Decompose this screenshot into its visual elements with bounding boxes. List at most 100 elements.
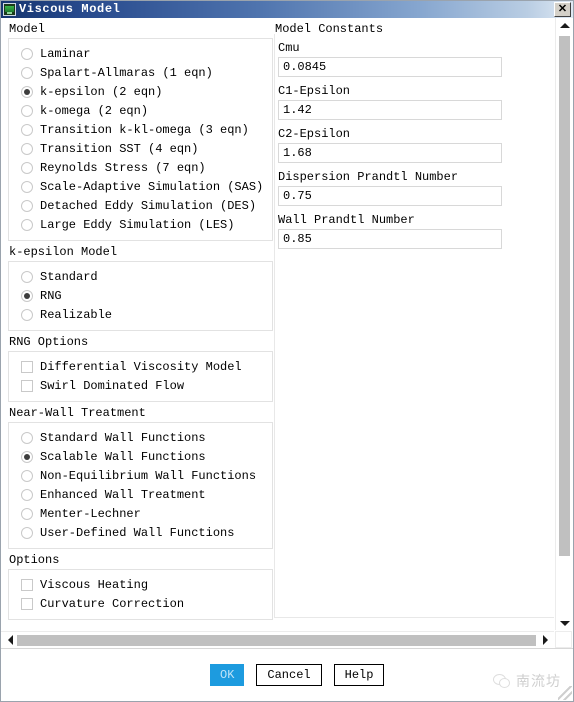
model-option-des[interactable]: Detached Eddy Simulation (DES) [13,196,268,215]
horizontal-scrollbar[interactable] [1,631,554,648]
model-option-les[interactable]: Large Eddy Simulation (LES) [13,215,268,234]
viscous-model-dialog: Viscous Model ✕ Model Laminar Spalart-Al… [0,0,574,702]
watermark: 南流坊 [493,671,561,691]
horizontal-scroll-thumb[interactable] [17,635,536,646]
left-pane: Model Laminar Spalart-Allmaras (1 eqn) k… [8,18,273,620]
scroll-viewport: Model Laminar Spalart-Allmaras (1 eqn) k… [1,18,554,630]
option-label: Standard Wall Functions [40,430,206,445]
scroll-up-icon[interactable] [556,18,573,32]
rng-option-swirl-dominated-flow[interactable]: Swirl Dominated Flow [13,376,268,395]
radio-icon[interactable] [21,450,33,463]
model-option-sas[interactable]: Scale-Adaptive Simulation (SAS) [13,177,268,196]
checkbox-icon[interactable] [21,360,33,373]
rng-option-differential-viscosity-model[interactable]: Differential Viscosity Model [13,357,268,376]
field-label-dispersion-prandtl-number: Dispersion Prandtl Number [278,170,459,184]
radio-icon[interactable] [21,469,33,482]
option-label: Swirl Dominated Flow [40,378,185,393]
option-curvature-correction[interactable]: Curvature Correction [13,594,268,613]
checkbox-icon[interactable] [21,379,33,392]
near-wall-option-enhanced[interactable]: Enhanced Wall Treatment [13,485,268,504]
window-title: Viscous Model [19,2,121,16]
option-label: Curvature Correction [40,596,185,611]
options-group-label: Options [9,553,60,567]
resize-grip[interactable] [558,686,572,700]
near-wall-option-scalable[interactable]: Scalable Wall Functions [13,447,268,466]
radio-icon[interactable] [21,308,33,321]
option-label: User-Defined Wall Functions [40,525,235,540]
scroll-right-icon[interactable] [538,632,552,648]
option-label: Laminar [40,46,91,61]
model-option-reynolds-stress[interactable]: Reynolds Stress (7 eqn) [13,158,268,177]
wall-prandtl-number-input[interactable] [278,229,502,249]
option-label: Menter-Lechner [40,506,141,521]
rng-options-group-label: RNG Options [9,335,89,349]
ok-button[interactable]: OK [210,664,245,686]
option-label: k-omega (2 eqn) [40,103,149,118]
radio-icon[interactable] [21,526,33,539]
model-constants-fields: Cmu C1-Epsilon C2-Epsilon Dispersion Pra… [274,38,552,249]
model-group-label: Model [9,22,46,36]
c2-epsilon-input[interactable] [278,143,502,163]
ke-option-rng[interactable]: RNG [13,286,268,305]
radio-icon[interactable] [21,123,33,136]
radio-icon[interactable] [21,289,33,302]
option-label: RNG [40,288,62,303]
radio-icon[interactable] [21,47,33,60]
option-label: Large Eddy Simulation (LES) [40,217,235,232]
dispersion-prandtl-number-input[interactable] [278,186,502,206]
option-label: Scalable Wall Functions [40,449,206,464]
checkbox-icon[interactable] [21,597,33,610]
ke-option-realizable[interactable]: Realizable [13,305,268,324]
option-viscous-heating[interactable]: Viscous Heating [13,575,268,594]
radio-icon[interactable] [21,270,33,283]
option-label: Viscous Heating [40,577,149,592]
help-button[interactable]: Help [333,664,385,686]
radio-icon[interactable] [21,142,33,155]
near-wall-option-standard[interactable]: Standard Wall Functions [13,428,268,447]
radio-icon[interactable] [21,488,33,501]
cmu-input[interactable] [278,57,502,77]
scroll-down-icon[interactable] [556,616,573,630]
dialog-body: Model Laminar Spalart-Allmaras (1 eqn) k… [1,18,573,648]
model-option-spalart-allmaras[interactable]: Spalart-Allmaras (1 eqn) [13,63,268,82]
checkbox-icon[interactable] [21,578,33,591]
model-option-transition-sst[interactable]: Transition SST (4 eqn) [13,139,268,158]
radio-icon[interactable] [21,180,33,193]
option-label: Detached Eddy Simulation (DES) [40,198,257,213]
ke-model-group-label: k-epsilon Model [9,245,118,259]
rng-options-group-box: Differential Viscosity Model Swirl Domin… [8,351,273,402]
vertical-scroll-thumb[interactable] [559,36,570,556]
scroll-left-icon[interactable] [3,632,17,648]
field-label-wall-prandtl-number: Wall Prandtl Number [278,213,415,227]
near-wall-option-user-defined[interactable]: User-Defined Wall Functions [13,523,268,542]
near-wall-option-non-equilibrium[interactable]: Non-Equilibrium Wall Functions [13,466,268,485]
model-option-k-epsilon[interactable]: k-epsilon (2 eqn) [13,82,268,101]
watermark-text: 南流坊 [516,674,561,690]
model-option-transition-k-kl-omega[interactable]: Transition k-kl-omega (3 eqn) [13,120,268,139]
radio-icon[interactable] [21,104,33,117]
vertical-scrollbar[interactable] [555,18,572,630]
field-label-cmu: Cmu [278,41,300,55]
near-wall-group-box: Standard Wall Functions Scalable Wall Fu… [8,422,273,549]
model-option-k-omega[interactable]: k-omega (2 eqn) [13,101,268,120]
option-label: Transition SST (4 eqn) [40,141,199,156]
radio-icon[interactable] [21,199,33,212]
radio-icon[interactable] [21,218,33,231]
close-icon[interactable]: ✕ [554,2,571,17]
c1-epsilon-input[interactable] [278,100,502,120]
cancel-button[interactable]: Cancel [256,664,322,686]
radio-icon[interactable] [21,161,33,174]
radio-icon[interactable] [21,85,33,98]
ke-option-standard[interactable]: Standard [13,267,268,286]
model-option-laminar[interactable]: Laminar [13,44,268,63]
right-pane: Model Constants Cmu C1-Epsilon C2-Epsilo… [274,18,552,253]
option-label: Realizable [40,307,113,322]
radio-icon[interactable] [21,431,33,444]
option-label: Non-Equilibrium Wall Functions [40,468,257,483]
near-wall-group-label: Near-Wall Treatment [9,406,146,420]
near-wall-option-menter-lechner[interactable]: Menter-Lechner [13,504,268,523]
option-label: Enhanced Wall Treatment [40,487,206,502]
radio-icon[interactable] [21,66,33,79]
scrollbar-corner [555,631,572,648]
radio-icon[interactable] [21,507,33,520]
